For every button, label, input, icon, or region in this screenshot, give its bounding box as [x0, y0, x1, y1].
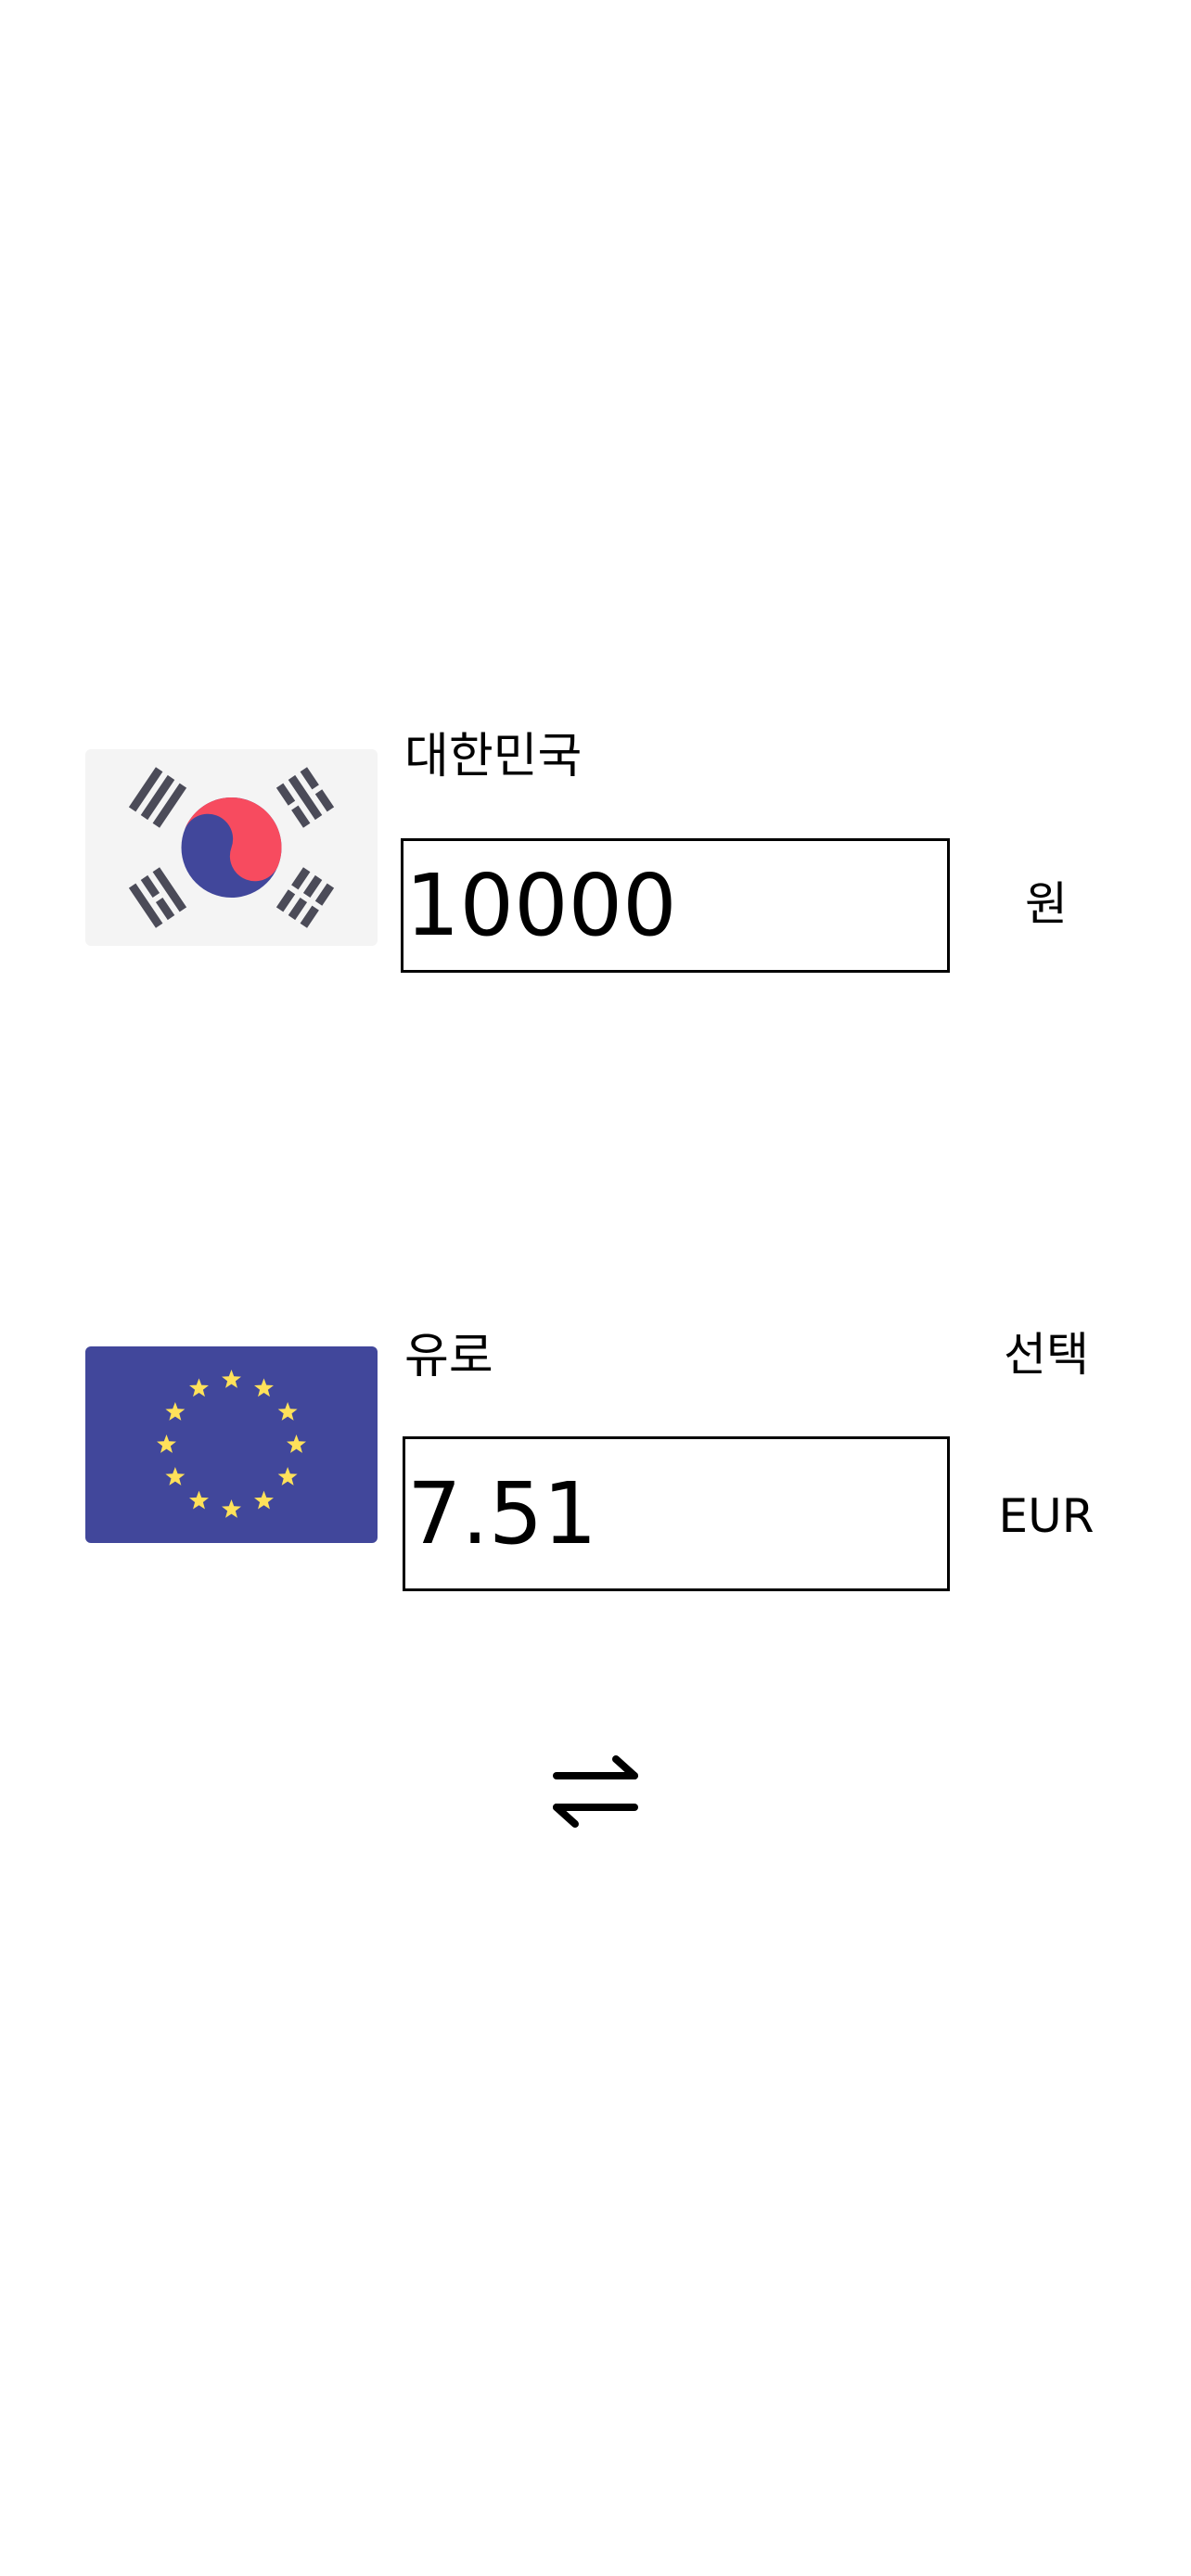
target-currency-code: EUR [998, 1489, 1095, 1543]
south-korea-flag-icon [85, 749, 378, 946]
target-amount-input[interactable] [405, 1439, 947, 1588]
source-unit-label: 원 [1025, 877, 1068, 931]
swap-button[interactable] [547, 1743, 644, 1840]
swap-arrows-icon [553, 1755, 638, 1828]
eu-flag-icon[interactable] [85, 1346, 378, 1543]
source-country-name: 대한민국 [404, 729, 583, 784]
currency-select-button[interactable]: 선택 [1000, 1332, 1093, 1378]
source-amount-field[interactable] [401, 838, 950, 973]
source-amount-input[interactable] [403, 841, 947, 970]
target-country-name: 유로 [404, 1329, 493, 1384]
target-amount-field[interactable] [403, 1436, 950, 1591]
